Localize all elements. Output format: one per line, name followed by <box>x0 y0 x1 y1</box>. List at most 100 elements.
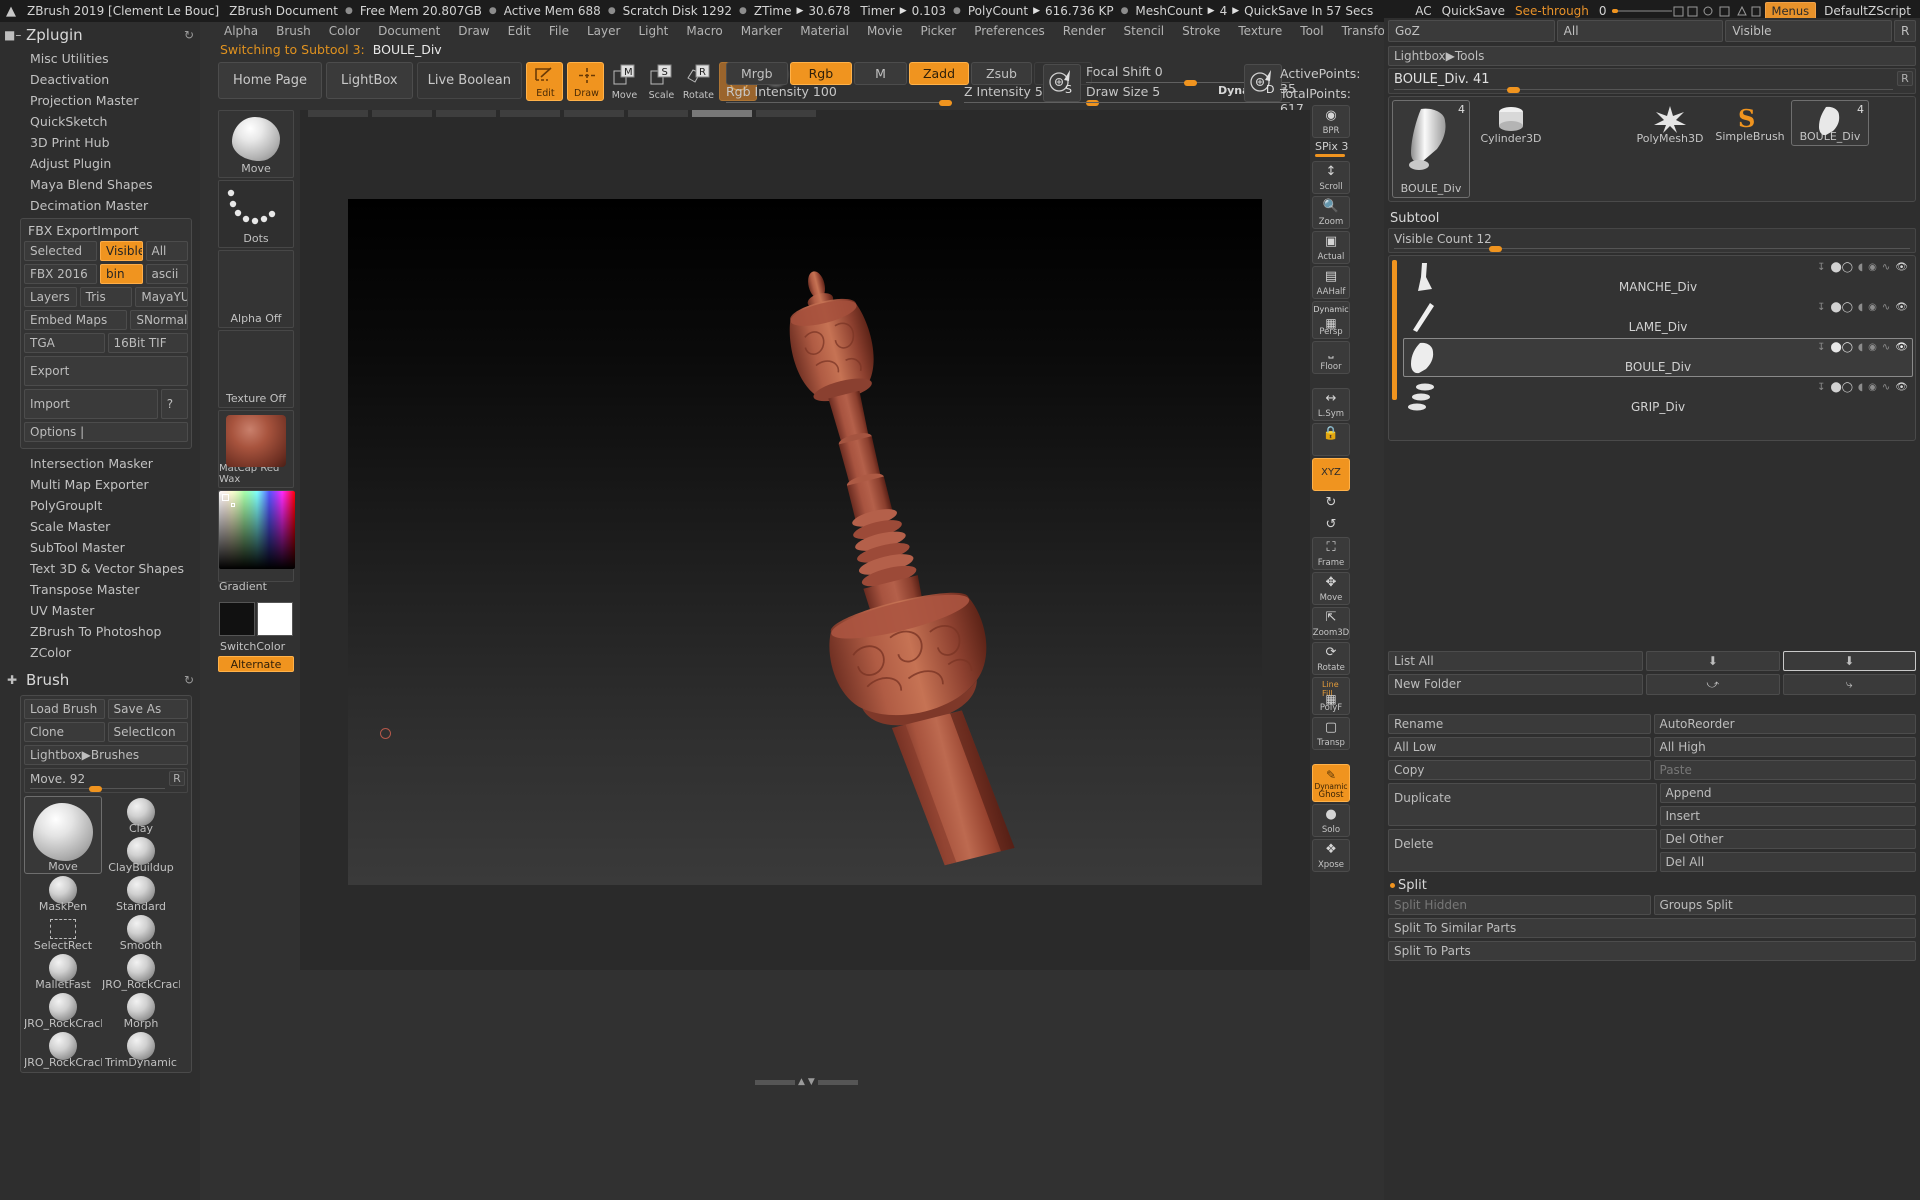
canvas-bottom-controls[interactable]: ▲ ▼ <box>755 1078 900 1087</box>
subtool-visibility-toggle-icon[interactable]: ⬤◯ <box>1831 262 1853 273</box>
zoom-icon[interactable]: 🔍 Zoom <box>1312 196 1350 229</box>
secondary-color-swatch[interactable] <box>257 602 293 636</box>
subtool-row-icons[interactable]: ↧ ⬤◯ ◖ ◉ ∿ 👁 <box>1817 302 1908 313</box>
subtool-sort-icon[interactable]: ↧ <box>1817 302 1825 313</box>
visible-button[interactable]: Visible <box>1725 20 1893 42</box>
rotate-ccw-icon[interactable]: ↻ <box>1312 493 1350 513</box>
move-button[interactable]: M Move <box>608 62 641 101</box>
del-other-button[interactable]: Del Other <box>1659 829 1916 849</box>
rgb-intensity-knob[interactable] <box>939 100 952 106</box>
zplugin-item-text3d-vector-shapes[interactable]: Text 3D & Vector Shapes <box>0 558 200 579</box>
subtool-row-icons[interactable]: ↧ ⬤◯ ◖ ◉ ∿ 👁 <box>1817 342 1908 353</box>
zplugin-item-projection-master[interactable]: Projection Master <box>0 90 200 111</box>
frame-icon[interactable]: ⛶ Frame <box>1312 537 1350 570</box>
copy-button[interactable]: Copy <box>1388 760 1651 780</box>
fbx-embed-maps-button[interactable]: Embed Maps <box>24 310 128 330</box>
menu-tool[interactable]: Tool <box>1291 23 1332 39</box>
seethrough-slider[interactable] <box>1611 7 1672 15</box>
dynamic-perspective-icon[interactable]: Dynamic ▦ Persp <box>1312 301 1350 339</box>
live-boolean-button[interactable]: Live Boolean <box>416 62 522 99</box>
shelf-switch-color[interactable] <box>218 600 294 638</box>
brush-thumb-maskpen[interactable]: MaskPen <box>24 874 102 913</box>
menu-material[interactable]: Material <box>791 23 858 39</box>
groups-split-button[interactable]: Groups Split <box>1653 895 1916 915</box>
quicksave-button[interactable]: QuickSave <box>1437 4 1510 18</box>
reset-r-button[interactable]: R <box>1894 20 1917 42</box>
fbx-selected-button[interactable]: Selected <box>24 241 97 261</box>
shelf-current-brush[interactable]: Move <box>218 110 294 178</box>
fbx-visible-button[interactable]: Visible <box>100 241 143 261</box>
spix-track[interactable] <box>1315 154 1345 157</box>
menu-document[interactable]: Document <box>369 23 449 39</box>
tool-cell-cylinder3d[interactable]: Cylinder3D <box>1472 100 1550 148</box>
zplugin-item-polygroupit[interactable]: PolyGroupIt <box>0 495 200 516</box>
rotate3d-icon[interactable]: ⟳ Rotate <box>1312 642 1350 675</box>
zplugin-item-multi-map-exporter[interactable]: Multi Map Exporter <box>0 474 200 495</box>
save-as-button[interactable]: Save As <box>107 699 188 719</box>
visible-count-track[interactable] <box>1394 248 1910 249</box>
menu-marker[interactable]: Marker <box>732 23 791 39</box>
zplugin-item-uv-master[interactable]: UV Master <box>0 600 200 621</box>
split-section-title[interactable]: Split <box>1388 875 1916 895</box>
rgb-intensity-slider[interactable]: Rgb Intensity 100 <box>726 84 956 106</box>
fbx-bin-button[interactable]: bin <box>100 264 143 284</box>
shelf-color-picker[interactable]: Gradient <box>218 490 295 593</box>
subtool-shading-icon[interactable]: ◉ <box>1868 342 1877 353</box>
transparency-icon[interactable]: ▢ Transp <box>1312 717 1350 750</box>
all-button[interactable]: All <box>1556 20 1724 42</box>
rgb-intensity-track[interactable] <box>726 102 952 103</box>
tool-cell-boule-div-2[interactable]: 4 BOULE_Div <box>1791 100 1869 146</box>
collapse-up-icon[interactable]: ▲ <box>798 1078 805 1087</box>
subtool-curve-icon[interactable]: ∿ <box>1882 302 1890 313</box>
brush-thumb-claybuildup[interactable]: ClayBuildup <box>102 835 180 874</box>
zplugin-item-adjust-plugin[interactable]: Adjust Plugin <box>0 153 200 174</box>
transp-lock-icon[interactable]: 🔒 Lock <box>1312 423 1350 456</box>
bottom-seg-right[interactable] <box>817 1080 858 1085</box>
tool-cell-boule-div[interactable]: 4 BOULE_Div <box>1392 100 1470 198</box>
list-all-button[interactable]: List All <box>1388 651 1643 671</box>
menu-brush[interactable]: Brush <box>267 23 320 39</box>
mrgb-button[interactable]: Mrgb <box>726 62 788 85</box>
subtool-sort-icon[interactable]: ↧ <box>1817 262 1825 273</box>
subtool-curve-icon[interactable]: ∿ <box>1882 382 1890 393</box>
brush-thumb-move[interactable]: Move <box>24 796 102 874</box>
brush-thumb-rockcrack01[interactable]: JRO_RockCrack01 <box>102 952 180 991</box>
menu-file[interactable]: File <box>540 23 578 39</box>
fbx-snormals-button[interactable]: SNormals <box>130 310 188 330</box>
brush-thumb-malletfast[interactable]: MalletFast <box>24 952 102 991</box>
move-icon[interactable]: ✥ Move <box>1312 572 1350 605</box>
rename-button[interactable]: Rename <box>1388 714 1651 734</box>
zplugin-item-3d-print-hub[interactable]: 3D Print Hub <box>0 132 200 153</box>
refresh-icon[interactable]: ↻ <box>184 673 194 687</box>
subtool-visibility-toggle-icon[interactable]: ⬤◯ <box>1831 302 1853 313</box>
brush-item-slider[interactable]: Move. 92 R <box>24 768 188 793</box>
fbx-ascii-button[interactable]: ascii <box>145 264 188 284</box>
all-high-button[interactable]: All High <box>1653 737 1916 757</box>
tool-slider-reset[interactable]: R <box>1897 71 1913 86</box>
menu-layer[interactable]: Layer <box>578 23 629 39</box>
local-symmetry-icon[interactable]: ↔ L.Sym <box>1312 388 1350 421</box>
duplicate-button[interactable]: Duplicate <box>1388 783 1657 826</box>
subtool-scrollbar[interactable] <box>1392 260 1397 400</box>
floor-grid-icon[interactable]: ⎵ Floor <box>1312 341 1350 374</box>
move-in-icon[interactable]: ⤷ <box>1782 674 1916 695</box>
arrow-up-icon[interactable]: ⬇ <box>1646 651 1780 671</box>
zplugin-item-transpose-master[interactable]: Transpose Master <box>0 579 200 600</box>
subtool-shading-icon[interactable]: ◉ <box>1868 382 1877 393</box>
bpr-render-icon[interactable]: ◉ BPR <box>1312 105 1350 138</box>
visible-count-knob[interactable] <box>1489 246 1502 252</box>
bottom-seg-left[interactable] <box>755 1080 795 1085</box>
subtool-shading-icon[interactable]: ◉ <box>1868 262 1877 273</box>
split-to-parts-button[interactable]: Split To Parts <box>1388 941 1916 961</box>
brush-thumb-selectrect[interactable]: SelectRect <box>24 913 102 952</box>
color-marker-primary[interactable] <box>222 494 229 501</box>
fbx-version-button[interactable]: FBX 2016 <box>24 264 97 284</box>
tool-slider-track[interactable] <box>1394 89 1893 90</box>
refresh-icon[interactable]: ↻ <box>184 28 194 42</box>
fbx-options-field[interactable]: Options | <box>24 422 188 442</box>
zplugin-item-misc-utilities[interactable]: Misc Utilities <box>0 48 200 69</box>
color-marker-current[interactable] <box>231 503 235 507</box>
zoom3d-icon[interactable]: ⇱ Zoom3D <box>1312 607 1350 640</box>
collapse-down-icon[interactable]: ▼ <box>808 1078 815 1087</box>
all-low-button[interactable]: All Low <box>1388 737 1651 757</box>
